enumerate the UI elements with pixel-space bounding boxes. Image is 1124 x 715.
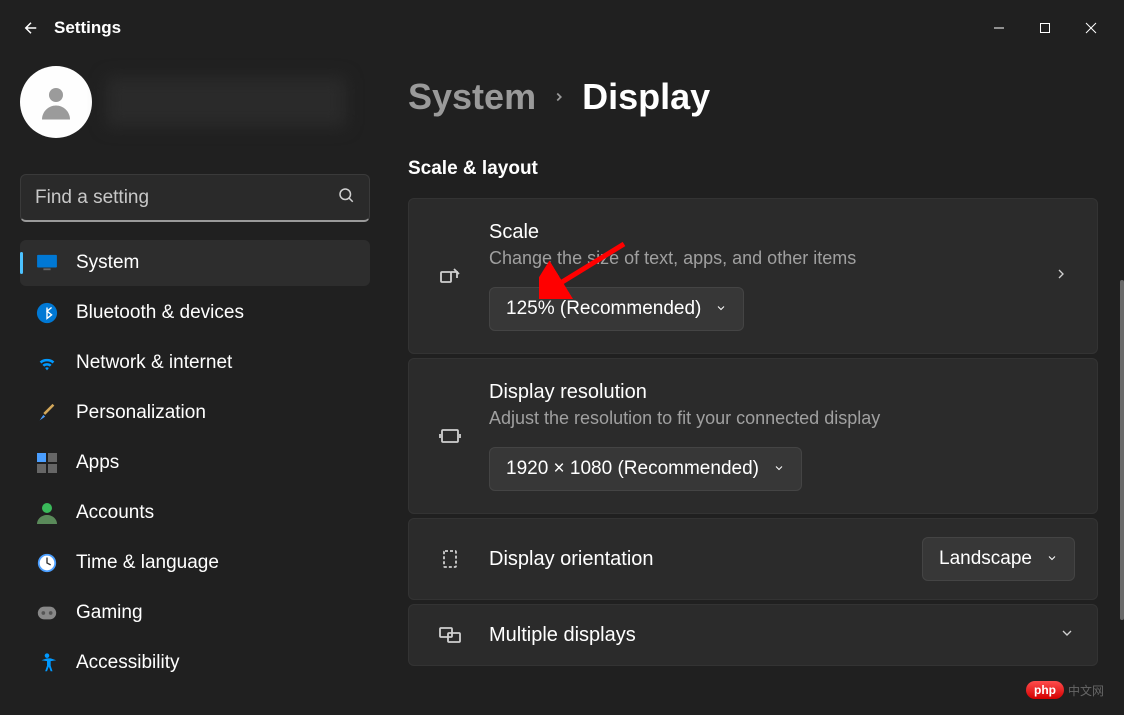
nav-item-gaming[interactable]: Gaming — [20, 590, 370, 636]
card-title: Multiple displays — [489, 624, 1033, 647]
search-icon — [337, 186, 355, 209]
back-button[interactable] — [10, 7, 52, 49]
nav-item-accessibility[interactable]: Accessibility — [20, 640, 370, 686]
nav-label: Network & internet — [76, 352, 232, 374]
nav-list: System Bluetooth & devices Network & int… — [20, 240, 370, 686]
chevron-down-icon — [1059, 625, 1075, 646]
maximize-button[interactable] — [1022, 10, 1068, 46]
app-title: Settings — [54, 18, 121, 38]
resolution-icon — [437, 424, 463, 448]
watermark: php 中文网 — [1026, 681, 1104, 699]
nav-item-accounts[interactable]: Accounts — [20, 490, 370, 536]
nav-label: Bluetooth & devices — [76, 302, 244, 324]
scale-card[interactable]: Scale Change the size of text, apps, and… — [408, 198, 1098, 354]
nav-label: Gaming — [76, 602, 143, 624]
game-icon — [36, 602, 58, 624]
nav-item-personalization[interactable]: Personalization — [20, 390, 370, 436]
watermark-badge: php — [1026, 681, 1064, 699]
profile-name-blurred — [106, 77, 346, 127]
titlebar: Settings — [0, 0, 1124, 56]
profile-section[interactable] — [20, 56, 370, 156]
nav-item-system[interactable]: System — [20, 240, 370, 286]
multiple-displays-icon — [437, 623, 463, 647]
apps-icon — [36, 452, 58, 474]
nav-label: Accessibility — [76, 652, 179, 674]
monitor-icon — [36, 252, 58, 274]
breadcrumb-parent[interactable]: System — [408, 76, 536, 118]
nav-label: Accounts — [76, 502, 154, 524]
chevron-down-icon — [773, 458, 785, 480]
nav-label: System — [76, 252, 139, 274]
nav-item-apps[interactable]: Apps — [20, 440, 370, 486]
chevron-down-icon — [715, 298, 727, 320]
orientation-dropdown[interactable]: Landscape — [922, 537, 1075, 581]
search-input[interactable] — [35, 187, 337, 209]
section-title: Scale & layout — [408, 158, 1098, 180]
brush-icon — [36, 402, 58, 424]
breadcrumb: System Display — [408, 76, 1098, 118]
wifi-icon — [36, 352, 58, 374]
nav-item-bluetooth[interactable]: Bluetooth & devices — [20, 290, 370, 336]
orientation-icon — [437, 547, 463, 571]
chevron-down-icon — [1046, 548, 1058, 570]
scale-icon — [437, 264, 463, 288]
content-area: System Display Scale & layout Scale Chan… — [380, 56, 1124, 715]
card-desc: Adjust the resolution to fit your connec… — [489, 408, 1069, 429]
minimize-button[interactable] — [976, 10, 1022, 46]
search-box[interactable] — [20, 174, 370, 222]
scale-dropdown[interactable]: 125% (Recommended) — [489, 287, 744, 331]
window-controls — [976, 10, 1114, 46]
nav-label: Personalization — [76, 402, 206, 424]
resolution-dropdown[interactable]: 1920 × 1080 (Recommended) — [489, 447, 802, 491]
sidebar: System Bluetooth & devices Network & int… — [0, 56, 380, 715]
multiple-displays-card[interactable]: Multiple displays — [408, 604, 1098, 666]
dropdown-value: Landscape — [939, 548, 1032, 570]
settings-cards: Scale Change the size of text, apps, and… — [408, 198, 1098, 666]
nav-label: Time & language — [76, 552, 219, 574]
chevron-right-icon — [1053, 266, 1069, 287]
clock-icon — [36, 552, 58, 574]
dropdown-value: 125% (Recommended) — [506, 298, 701, 320]
chevron-right-icon — [552, 83, 566, 111]
nav-item-network[interactable]: Network & internet — [20, 340, 370, 386]
close-button[interactable] — [1068, 10, 1114, 46]
accessibility-icon — [36, 652, 58, 674]
bluetooth-icon — [36, 302, 58, 324]
card-title: Display resolution — [489, 381, 1069, 404]
card-title: Display orientation — [489, 548, 896, 571]
dropdown-value: 1920 × 1080 (Recommended) — [506, 458, 759, 480]
scrollbar[interactable] — [1120, 280, 1124, 620]
card-desc: Change the size of text, apps, and other… — [489, 248, 1027, 269]
card-title: Scale — [489, 221, 1027, 244]
person-icon — [36, 502, 58, 524]
avatar — [20, 66, 92, 138]
nav-item-time-language[interactable]: Time & language — [20, 540, 370, 586]
watermark-text: 中文网 — [1068, 682, 1104, 699]
breadcrumb-current: Display — [582, 76, 710, 118]
orientation-card[interactable]: Display orientation Landscape — [408, 518, 1098, 600]
resolution-card[interactable]: Display resolution Adjust the resolution… — [408, 358, 1098, 514]
nav-label: Apps — [76, 452, 119, 474]
